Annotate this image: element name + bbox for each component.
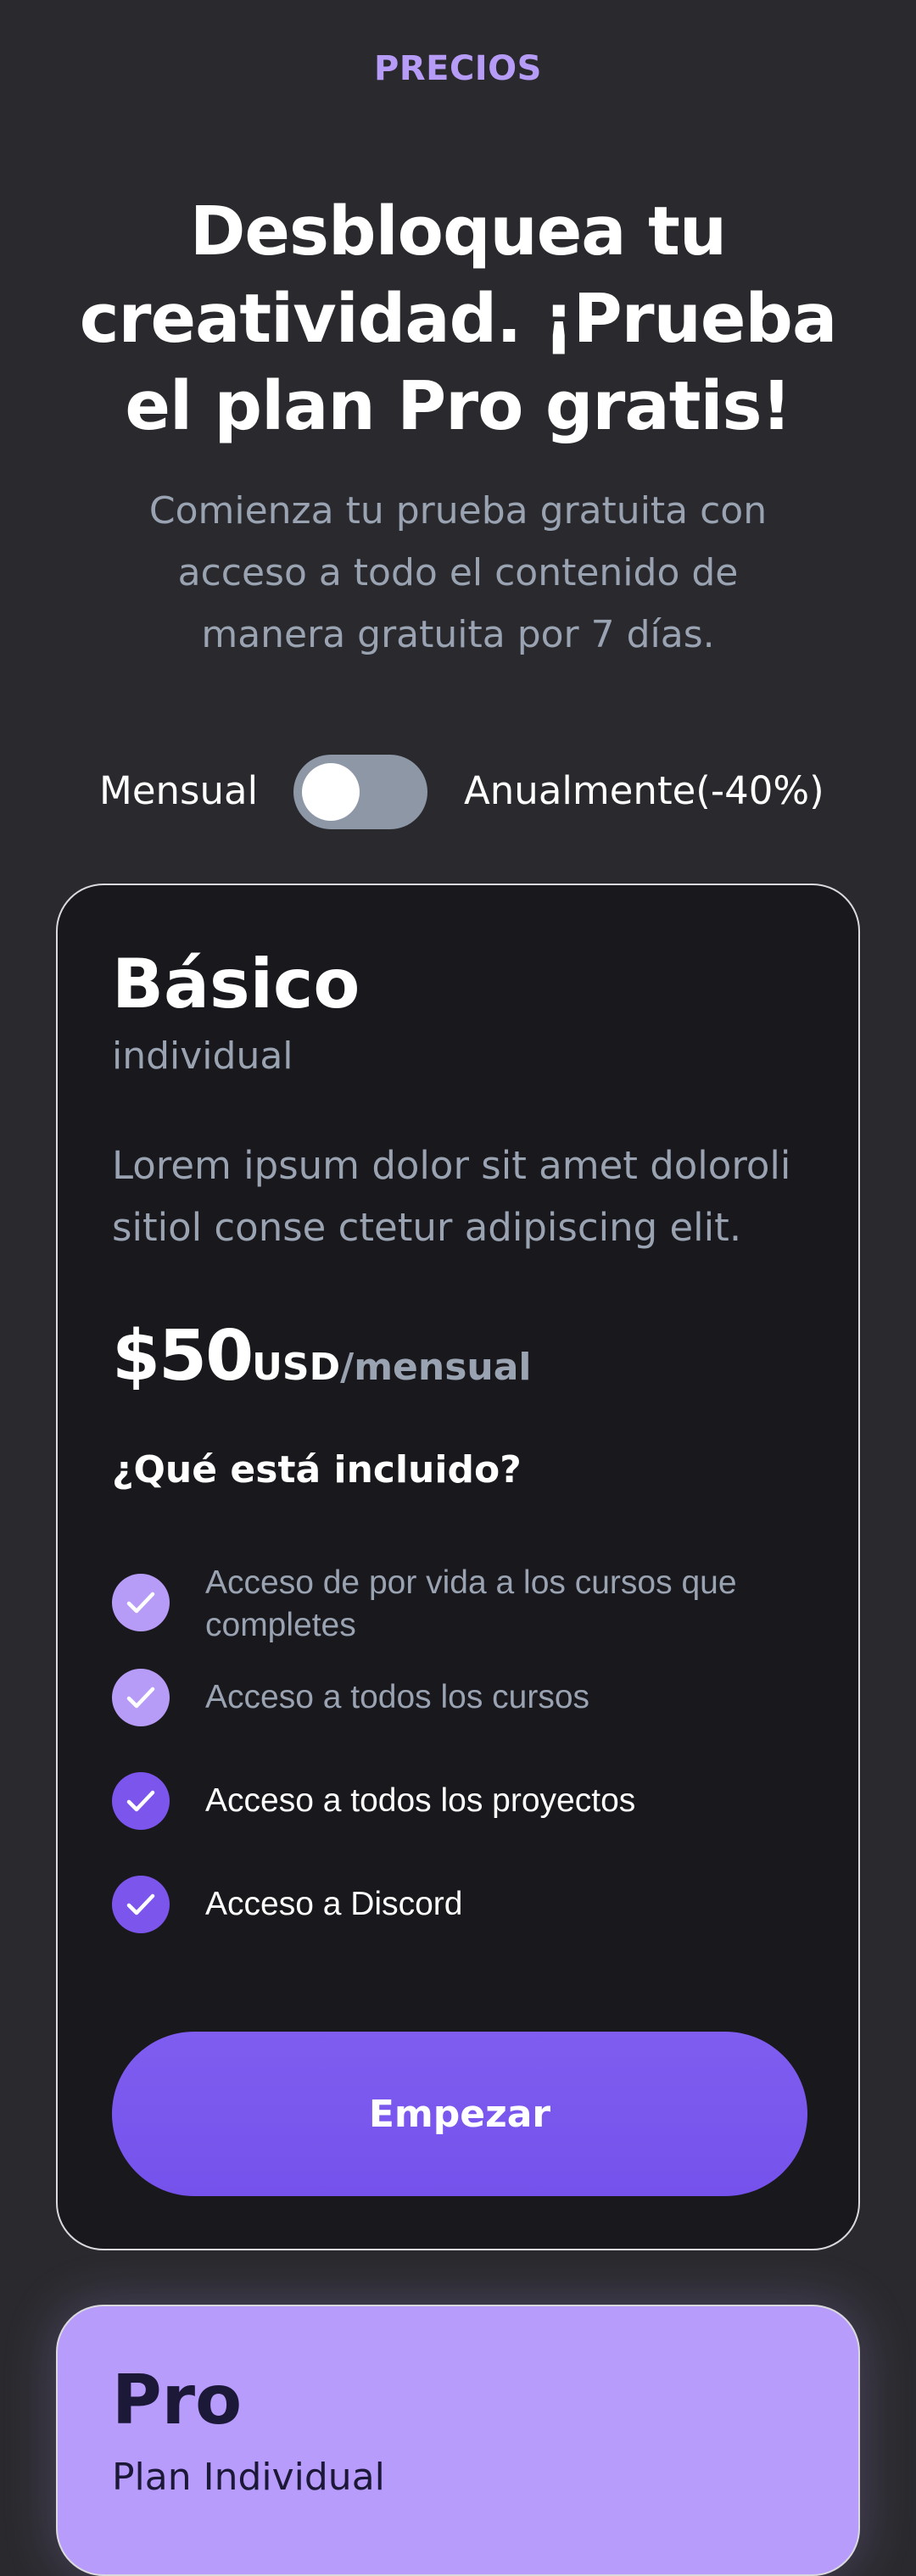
page-title: Desbloquea tu creatividad. ¡Prueba el pl… bbox=[79, 192, 838, 445]
plan-description: Lorem ipsum dolor sit amet doloroli siti… bbox=[112, 1143, 791, 1250]
plan-name: Pro bbox=[112, 2361, 243, 2439]
toggle-knob bbox=[302, 763, 360, 821]
feature-item: Acceso a Discord bbox=[112, 1876, 807, 1933]
plan-name: Básico bbox=[112, 945, 360, 1023]
page-subtitle: Comienza tu prueba gratuita con acceso a… bbox=[148, 489, 768, 656]
price-currency: USD bbox=[252, 1346, 341, 1389]
check-icon bbox=[112, 1574, 170, 1631]
price-amount: $50 bbox=[112, 1316, 254, 1397]
plan-audience: individual bbox=[112, 1034, 293, 1078]
included-title: ¿Qué está incluido? bbox=[112, 1448, 522, 1492]
check-icon bbox=[112, 1669, 170, 1726]
start-button[interactable]: Empezar bbox=[112, 2032, 807, 2196]
billing-period-switch: Mensual Anualmente(-40%) bbox=[0, 753, 916, 831]
feature-text: Acceso de por vida a los cursos que comp… bbox=[205, 1564, 737, 1643]
billing-toggle[interactable] bbox=[293, 755, 427, 829]
feature-item: Acceso a todos los cursos bbox=[112, 1669, 807, 1726]
check-icon bbox=[112, 1772, 170, 1830]
pricing-page: PRECIOS Desbloquea tu creatividad. ¡Prue… bbox=[0, 0, 916, 2576]
plan-price: $50USD/mensual bbox=[112, 1316, 532, 1397]
feature-text: Acceso a todos los proyectos bbox=[205, 1782, 636, 1819]
price-period: /mensual bbox=[340, 1346, 532, 1389]
billing-monthly-label[interactable]: Mensual bbox=[99, 768, 258, 813]
feature-item: Acceso a todos los proyectos bbox=[112, 1772, 807, 1830]
check-icon bbox=[112, 1876, 170, 1933]
plan-audience: Plan Individual bbox=[112, 2456, 385, 2499]
feature-text: Acceso a Discord bbox=[205, 1886, 463, 1922]
plan-card-basic: Básico individual Lorem ipsum dolor sit … bbox=[56, 884, 860, 2250]
section-eyebrow: PRECIOS bbox=[374, 49, 542, 88]
billing-yearly-label[interactable]: Anualmente(-40%) bbox=[464, 768, 824, 813]
plan-card-pro: Pro Plan Individual bbox=[56, 2305, 860, 2576]
feature-text: Acceso a todos los cursos bbox=[205, 1679, 590, 1715]
feature-item: Acceso de por vida a los cursos que comp… bbox=[112, 1562, 807, 1647]
